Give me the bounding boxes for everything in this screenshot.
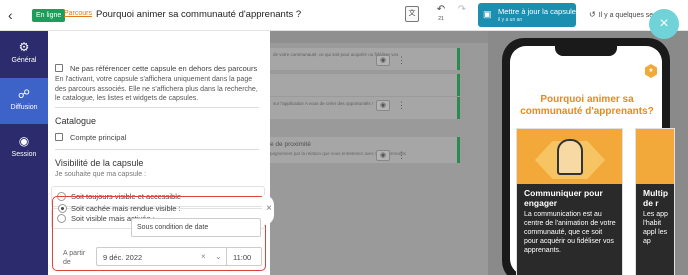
card-text: Les app l'habit appl les ap — [643, 211, 668, 245]
option-label: Soit cachée mais rendue visible : — [71, 204, 181, 213]
target-icon: ◉ — [18, 134, 30, 148]
block-title: e de proximité — [270, 141, 311, 148]
catalogue-heading: Catalogue — [55, 116, 97, 126]
preview-card: Communiquer pour engager La communicatio… — [516, 128, 623, 275]
nav-item-label: Session — [11, 151, 37, 158]
visibility-heading: Visibilité de la capsule — [55, 158, 144, 168]
left-nav: ⚙ Général ☍ Diffusion ◉ Session — [0, 31, 48, 275]
no-reference-label: Ne pas référencer cette capsule en dehor… — [70, 64, 258, 73]
nav-item-label: Général — [11, 57, 37, 64]
save-icon: ▣ — [483, 9, 492, 19]
person-illustration — [557, 139, 583, 175]
top-bar: ‹ En ligne Parcours Pourquoi animer sa c… — [0, 0, 688, 31]
time-value: 11:00 — [233, 253, 252, 262]
redo-icon[interactable]: ↷ — [455, 4, 469, 22]
no-reference-description: En l'activant, votre capsule s'affichera… — [55, 76, 258, 102]
card-illustration — [636, 129, 674, 184]
date-value: 9 déc. 2022 — [103, 253, 143, 262]
more-options-icon[interactable]: ⋮ — [397, 99, 406, 111]
eye-icon[interactable]: ◉ — [376, 55, 390, 66]
eye-icon[interactable]: ◉ — [376, 100, 390, 111]
divider — [55, 149, 259, 150]
gear-icon: ⚙ — [18, 40, 30, 54]
parcours-link[interactable]: Parcours — [64, 10, 92, 17]
close-icon[interactable]: × — [264, 203, 274, 215]
nav-item-session[interactable]: ◉ Session — [0, 125, 48, 171]
compte-principal-label: Compte principal — [70, 133, 127, 142]
no-reference-checkbox[interactable] — [55, 64, 63, 72]
block-row[interactable]: de votre communauté, ce qui soit pour ac… — [270, 48, 460, 70]
block-row[interactable] — [270, 74, 460, 96]
update-capsule-sub: il y a un an — [498, 17, 523, 23]
back-arrow-icon[interactable]: ‹ — [8, 7, 22, 23]
page-title: Pourquoi animer sa communauté d'apprenan… — [96, 9, 302, 20]
date-picker[interactable]: 9 déc. 2022 × ⌄ — [96, 247, 228, 266]
preview-card: Multip de r Les app l'habit appl les ap — [635, 128, 675, 275]
radio-hidden-visible[interactable] — [58, 204, 67, 213]
status-badge: En ligne — [32, 9, 66, 22]
update-capsule-button[interactable]: ▣ Mettre à jour la capsule il y a un an — [478, 3, 576, 27]
block-row[interactable]: sur l'application A vous de créer des op… — [270, 97, 460, 119]
card-title: Multip de r — [643, 188, 669, 208]
nav-item-general[interactable]: ⚙ Général — [0, 31, 48, 77]
chevron-down-icon[interactable]: ⌄ — [215, 252, 222, 261]
undo-count: 21 — [438, 16, 444, 22]
eye-icon[interactable]: ◉ — [376, 150, 390, 161]
nav-item-label: Diffusion — [10, 104, 38, 111]
card-text: La communication est au centre de l'anim… — [524, 211, 616, 254]
update-capsule-label: Mettre à jour la capsule — [498, 7, 576, 16]
a-partir-de-label: A partir de — [63, 250, 86, 266]
condition-value: Sous condition de date — [137, 224, 209, 231]
more-options-icon[interactable]: ⋮ — [397, 54, 406, 66]
divider — [55, 107, 259, 108]
nav-item-diffusion[interactable]: ☍ Diffusion — [0, 78, 48, 124]
close-preview-icon[interactable]: × — [649, 9, 679, 39]
block-text: sur l'application A vous de créer des op… — [273, 101, 374, 106]
clear-icon[interactable]: × — [201, 252, 206, 261]
more-options-icon[interactable]: ⋮ — [397, 149, 406, 161]
phone-notch — [555, 44, 617, 56]
share-icon: ☍ — [17, 87, 31, 101]
preview-title: Pourquoi animer sa communauté d'apprenan… — [520, 94, 654, 117]
condition-select[interactable]: Sous condition de date — [131, 218, 261, 237]
compte-principal-checkbox[interactable] — [55, 133, 63, 141]
history-icon: ↺ — [589, 10, 596, 19]
translate-icon[interactable]: 文 — [405, 6, 419, 22]
visibility-hint: Je souhaite que ma capsule : — [55, 171, 147, 178]
card-illustration — [517, 129, 622, 184]
card-title: Communiquer pour engager — [524, 188, 603, 208]
time-input[interactable]: 11:00 — [226, 247, 262, 266]
